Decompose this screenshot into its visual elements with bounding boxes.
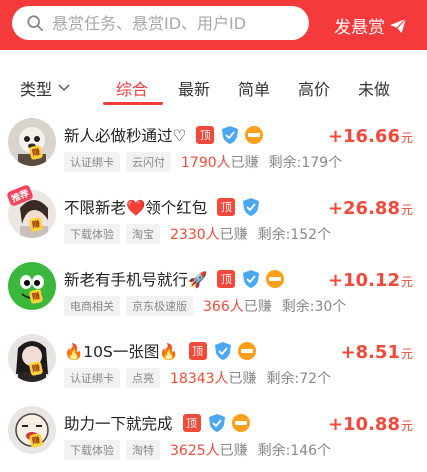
- quick-review-icon: [237, 342, 256, 360]
- reward-amount: +10.12元: [327, 270, 413, 291]
- platform-tag: 京东极速版: [126, 296, 193, 316]
- active-tab-indicator: [103, 102, 163, 105]
- avatar-badge: 赚: [28, 144, 44, 161]
- earned-count: 2330人已赚: [170, 227, 248, 243]
- category-tag: 下载体验: [64, 440, 120, 460]
- reward-amount: +26.88元: [327, 198, 413, 219]
- category-tag: 认证绑卡: [64, 152, 120, 172]
- reward-amount: +16.66元: [327, 126, 413, 147]
- top-badge: 顶: [196, 126, 215, 144]
- platform-tag: 点亮: [126, 368, 160, 388]
- avatar-badge: 赚: [28, 432, 44, 449]
- task-item[interactable]: 赚 新老有手机号就行🚀 顶 电商相关 京东极速版 366人已赚 剩余:30个 +…: [0, 256, 427, 328]
- filter-tabs: 类型 综合 最新 简单 高价 未做: [0, 60, 427, 110]
- task-title: 新人必做秒通过♡: [64, 127, 187, 145]
- platform-tag: 淘特: [126, 440, 160, 460]
- task-title: 新老有手机号就行🚀: [64, 271, 208, 289]
- remaining-count: 剩余:72个: [266, 371, 332, 387]
- shield-icon: [208, 414, 225, 432]
- platform-tag: 云闪付: [126, 152, 171, 172]
- remaining-count: 剩余:179个: [268, 155, 343, 171]
- top-bar: 发悬赏: [0, 0, 427, 50]
- earned-count: 18343人已赚: [170, 371, 257, 387]
- tab-not-done[interactable]: 未做: [358, 76, 390, 100]
- post-reward-label: 发悬赏: [334, 18, 385, 38]
- avatar-badge: 赚: [28, 216, 44, 233]
- task-item[interactable]: 赚 🔥10S一张图🔥 顶 认证绑卡 点亮 18343人已赚 剩余:72个 +8.…: [0, 328, 427, 400]
- tab-latest[interactable]: 最新: [178, 76, 210, 100]
- quick-review-icon: [245, 126, 264, 144]
- task-item[interactable]: 赚 助力一下就完成 顶 下载体验 淘特 3625人已赚 剩余:146个 +10.…: [0, 400, 427, 472]
- task-title: 🔥10S一张图🔥: [64, 343, 179, 361]
- shield-icon: [214, 342, 231, 360]
- top-badge: 顶: [182, 414, 201, 432]
- task-title: 助力一下就完成: [64, 415, 173, 433]
- earned-count: 366人已赚: [203, 299, 272, 315]
- platform-tag: 淘宝: [126, 224, 160, 244]
- reward-amount: +10.88元: [327, 414, 413, 435]
- type-label: 类型: [20, 80, 53, 99]
- tab-simple[interactable]: 简单: [238, 76, 270, 100]
- remaining-count: 剩余:146个: [257, 443, 332, 459]
- send-icon: [390, 18, 407, 33]
- category-tag: 认证绑卡: [64, 368, 120, 388]
- task-title: 不限新老❤️领个红包: [64, 199, 208, 217]
- quick-review-icon: [266, 270, 285, 288]
- tab-comprehensive[interactable]: 综合: [116, 76, 148, 100]
- shield-icon: [243, 270, 260, 288]
- category-tag: 下载体验: [64, 224, 120, 244]
- post-reward-button[interactable]: 发悬赏: [334, 13, 407, 38]
- category-tag: 电商相关: [64, 296, 120, 316]
- tab-high-price[interactable]: 高价: [298, 76, 330, 100]
- task-item[interactable]: 推荐 赚 不限新老❤️领个红包 顶 下载体验 淘宝 2330人已赚 剩余:152…: [0, 184, 427, 256]
- avatar-badge: 赚: [28, 288, 44, 305]
- shield-icon: [243, 198, 260, 216]
- remaining-count: 剩余:152个: [257, 227, 332, 243]
- quick-review-icon: [231, 414, 250, 432]
- top-badge: 顶: [188, 342, 207, 360]
- search-box[interactable]: [12, 6, 309, 40]
- top-badge: 顶: [217, 270, 236, 288]
- earned-count: 1790人已赚: [181, 155, 259, 171]
- earned-count: 3625人已赚: [170, 443, 248, 459]
- chevron-down-icon: [58, 84, 70, 91]
- shield-icon: [222, 126, 239, 144]
- search-input[interactable]: [52, 13, 292, 33]
- top-badge: 顶: [217, 198, 236, 216]
- task-item[interactable]: 赚 新人必做秒通过♡ 顶 认证绑卡 云闪付 1790人已赚 剩余:179个 +1…: [0, 112, 427, 184]
- type-dropdown[interactable]: 类型: [20, 76, 70, 100]
- avatar-badge: 赚: [28, 360, 44, 377]
- reward-amount: +8.51元: [340, 342, 413, 363]
- remaining-count: 剩余:30个: [281, 299, 347, 315]
- search-icon: [27, 15, 44, 32]
